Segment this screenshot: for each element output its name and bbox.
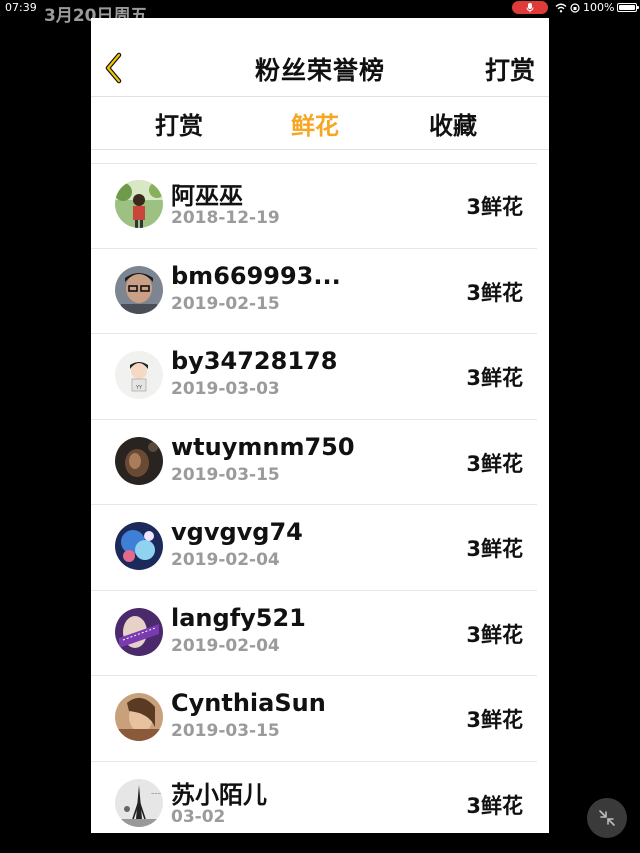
battery-percent: 100% [583, 1, 615, 14]
flower-count: 3鲜花 [466, 622, 523, 647]
microphone-icon [512, 1, 548, 14]
flower-count: 3鲜花 [466, 537, 523, 561]
system-icons: 100% [555, 1, 640, 14]
fan-date: 2019-03-15 [171, 721, 280, 741]
fan-name: bm669993... [171, 261, 341, 290]
fan-date: 2019-03-15 [171, 464, 280, 485]
list-item[interactable]: YY by34728178 2019-03-03 3鲜花 [91, 334, 537, 420]
page-title: 粉丝荣誉榜 [254, 56, 385, 85]
orientation-lock-icon [570, 2, 580, 13]
fan-date: 2019-03-03 [171, 379, 280, 399]
fan-name: wtuymnm750 [171, 432, 355, 461]
fan-name: 阿巫巫 [171, 182, 243, 210]
collapse-arrows-icon [599, 810, 615, 826]
status-bar: 07:39 3月20日周五 100% [0, 0, 640, 26]
tip-button[interactable]: 打赏 [485, 51, 535, 87]
flower-count: 3鲜花 [466, 793, 523, 818]
avatar: ~~~ [115, 778, 163, 827]
tab-bar: 打赏 鲜花 收藏 [91, 97, 549, 150]
flower-count: 3鲜花 [466, 195, 523, 219]
fan-date: 2019-02-04 [171, 550, 280, 570]
avatar [115, 265, 163, 314]
flower-count: 3鲜花 [466, 280, 523, 305]
avatar: YY [115, 351, 163, 399]
flower-count: 3鲜花 [466, 366, 523, 390]
tab-favorites[interactable]: 收藏 [429, 106, 477, 141]
battery-icon [617, 3, 640, 12]
list-item[interactable]: vgvgvg74 2019-02-04 3鲜花 [91, 505, 537, 591]
avatar [115, 436, 163, 485]
avatar [115, 522, 163, 570]
fan-name: CynthiaSun [171, 689, 326, 717]
tab-tips[interactable]: 打赏 [155, 106, 203, 141]
fan-name: by34728178 [171, 347, 338, 375]
status-time: 07:39 [5, 1, 37, 14]
fan-date: 2019-02-15 [171, 293, 280, 314]
list-item[interactable]: ~~~ 苏小陌儿 03-02 3鲜花 [91, 762, 537, 834]
fan-date: 2019-02-04 [171, 635, 280, 656]
list-item[interactable]: langfy521 2019-02-04 3鲜花 [91, 591, 537, 676]
avatar [115, 607, 163, 656]
fan-name: 苏小陌儿 [171, 780, 267, 809]
tab-flowers[interactable]: 鲜花 [291, 106, 339, 141]
list-item[interactable]: 阿巫巫 2018-12-19 3鲜花 [91, 163, 537, 249]
list-item[interactable]: wtuymnm750 2019-03-15 3鲜花 [91, 420, 537, 505]
flower-count: 3鲜花 [466, 451, 523, 476]
screen: 07:39 3月20日周五 100% 粉丝荣誉榜 打赏 打赏 鲜花 收藏 阿巫巫… [0, 0, 640, 853]
list-item[interactable]: bm669993... 2019-02-15 3鲜花 [91, 249, 537, 334]
header: 粉丝荣誉榜 打赏 [91, 18, 549, 97]
fan-date: 03-02 [171, 806, 226, 827]
fan-honor-panel: 粉丝荣誉榜 打赏 打赏 鲜花 收藏 阿巫巫 2018-12-19 3鲜花 bm6… [91, 18, 549, 833]
avatar [115, 180, 163, 228]
wifi-icon [555, 3, 567, 12]
fan-name: vgvgvg74 [171, 518, 303, 546]
fan-list: 阿巫巫 2018-12-19 3鲜花 bm669993... 2019-02-1… [91, 163, 549, 833]
svg-text:~~~: ~~~ [151, 791, 161, 796]
list-item[interactable]: CynthiaSun 2019-03-15 3鲜花 [91, 676, 537, 762]
collapse-float-button[interactable] [587, 798, 627, 838]
fan-name: langfy521 [171, 603, 306, 632]
fan-date: 2018-12-19 [171, 208, 280, 228]
flower-count: 3鲜花 [466, 708, 523, 732]
svg-text:YY: YY [135, 385, 143, 391]
avatar [115, 693, 163, 741]
